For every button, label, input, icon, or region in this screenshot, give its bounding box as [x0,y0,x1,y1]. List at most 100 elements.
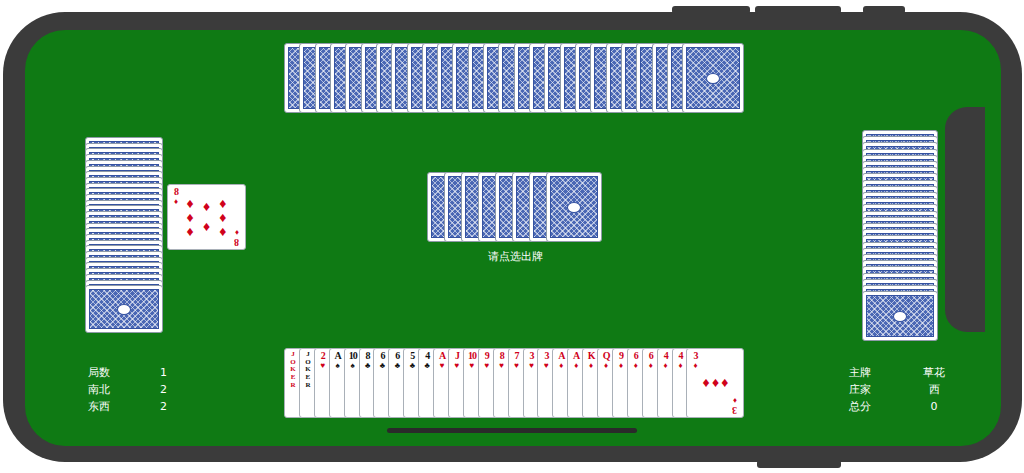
card-corner: 3♥ [526,351,538,370]
card-suit: ♥ [514,362,519,370]
card-rank: 3 [733,405,737,415]
card-corner: 2♥ [317,351,329,370]
card-rank: 8 [366,351,370,361]
card-back-pattern [89,289,159,329]
stat-label: 总分 [849,399,909,415]
card-rank: 3 [544,351,548,361]
card-rank: 5 [410,351,414,361]
card-corner: JOKER [302,351,314,389]
side-button [863,6,905,14]
side-button [755,6,841,14]
suit-pip: ♦ [219,211,226,225]
card-corner: A♦ [555,351,567,370]
suit-pip: ♦ [721,376,728,390]
card-corner: 8♦ [170,187,182,206]
card-rank: A [439,351,445,361]
card-rank: A [573,351,579,361]
card-corner: Q♦ [600,351,612,370]
card-suit: ♣ [380,362,385,370]
stat-value: 2 [160,382,190,398]
card-corner: 6♣ [376,351,388,370]
card-corner: 7♥ [511,351,523,370]
suit-pip: ♦ [187,197,194,211]
card-corner: 10♥ [466,351,478,370]
suit-pip: ♦ [703,376,710,390]
card-corner: A♦ [570,351,582,370]
card-rank: 4 [664,351,668,361]
played-card: 8♦8♦♦♦♦♦♦♦♦♦ [167,184,246,250]
side-button [757,460,841,468]
north-hand [284,43,744,113]
card-corner: 8♣ [362,351,374,370]
card-rank: A [558,351,564,361]
stat-label: 庄家 [849,382,909,398]
card-corner: 9♦ [615,351,627,370]
player-hand: JOKERJOKER2♥A♠10♠8♣6♣6♣5♣4♣A♥J♥10♥9♥8♥7♥… [284,348,744,418]
card-back-pattern [866,295,934,337]
pip-line: ♦♦♦ [701,376,729,390]
card-rank: JOKER [290,351,297,389]
score-panel: 局数1南北2东西2 [88,365,190,415]
card-corner: A♥ [436,351,448,370]
card-suit: ♣ [365,362,370,370]
card-suit: ♦ [559,362,563,370]
pip-line: ♦♦♦ [219,197,226,237]
card-rank: 3 [693,351,697,361]
card-corner: 8♥ [496,351,508,370]
card-back-oval [893,311,907,322]
notch [945,107,985,332]
card-corner: 4♣ [421,351,433,370]
card-suit: ♦ [679,362,683,370]
pip-line: ♦♦♦ [187,197,194,237]
pip-line: ♦♦ [203,197,210,237]
card-suit: ♥ [440,362,445,370]
card-rank: A [335,351,341,361]
card-corner: 6♦ [630,351,642,370]
card-rank: 10 [468,351,476,361]
hand-card[interactable]: 3♦♦♦♦3♦ [686,348,744,418]
card-back-oval [117,304,131,315]
suit-pip: ♦ [219,225,226,239]
card-rank: 9 [485,351,489,361]
card-rank: 2 [321,351,325,361]
west-hand [85,137,163,333]
card-suit: ♥ [544,362,549,370]
card-corner: 10♠ [347,351,359,370]
card-rank: Q [603,351,610,361]
card-pips: ♦♦♦♦♦♦♦♦ [182,197,231,237]
card-rank: 6 [634,351,638,361]
stat-label: 东西 [88,399,160,415]
card-suit: ♦ [649,362,653,370]
card-corner: 3♥ [540,351,552,370]
card-rank: 4 [425,351,429,361]
card-suit: ♣ [425,362,430,370]
card-corner: 3♦ [729,396,741,415]
stat-label: 局数 [88,365,160,381]
stat-label: 主牌 [849,365,909,381]
prompt-text: 请点选出牌 [415,249,615,265]
card-suit: ♥ [484,362,489,370]
card-rank: 6 [380,351,384,361]
card-suit: ♥ [529,362,534,370]
card-corner: 4♦ [660,351,672,370]
card-pips: ♦♦♦ [701,361,729,405]
card-corner: 6♦ [645,351,657,370]
stat-value: 1 [160,365,190,381]
card-suit: ♥ [499,362,504,370]
card-back [546,172,602,242]
card-corner: 4♦ [675,351,687,370]
card-back-pattern [550,176,598,238]
card-corner: K♦ [585,351,597,370]
card-corner: A♠ [332,351,344,370]
card-rank: K [588,351,595,361]
game-table: 8♦8♦♦♦♦♦♦♦♦♦请点选出牌JOKERJOKER2♥A♠10♠8♣6♣6♣… [25,30,1001,446]
card-rank: 10 [349,351,357,361]
card-suit: ♣ [395,362,400,370]
card-suit: ♦ [235,228,239,236]
card-back-pattern [686,47,740,109]
card-suit: ♦ [733,396,737,404]
info-panel: 主牌草花庄家西总分0 [849,365,959,415]
card-corner: 5♣ [406,351,418,370]
card-rank: 8 [174,187,178,197]
card-suit: ♥ [470,362,475,370]
